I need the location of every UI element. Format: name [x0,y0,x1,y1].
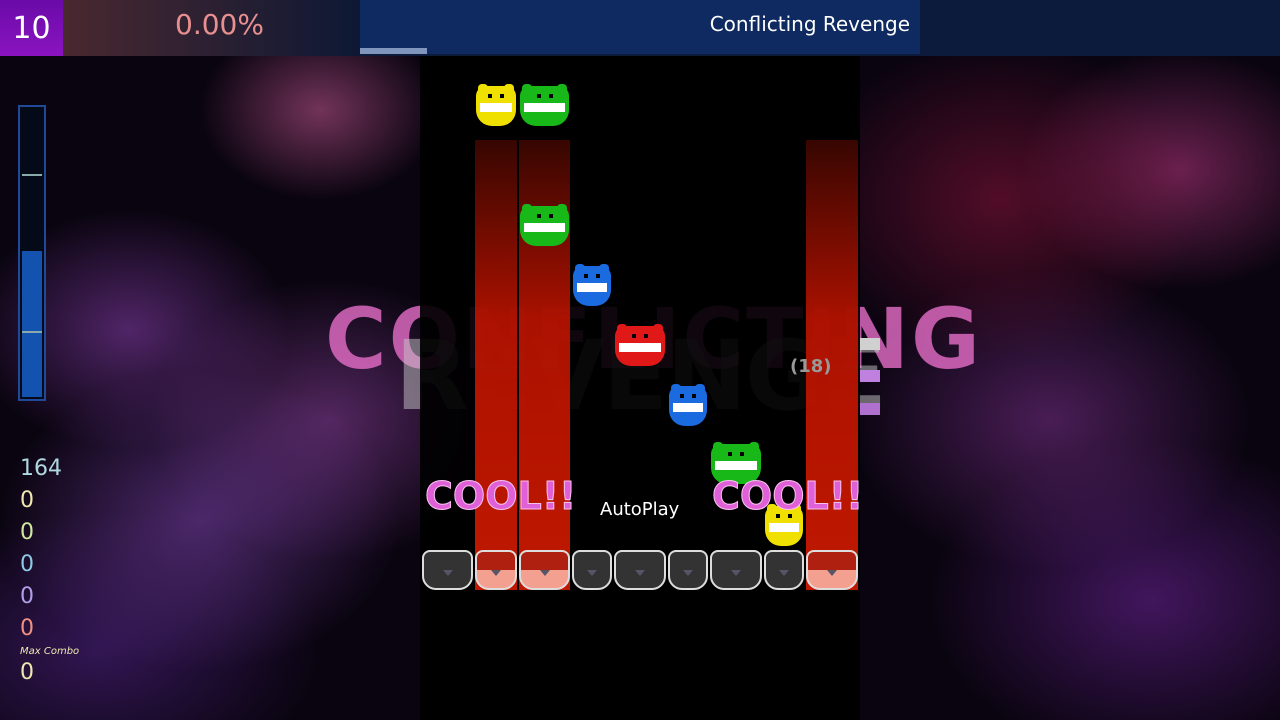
stat-total: 164 [20,456,62,481]
gauge-tick [22,331,42,333]
marker [860,403,880,415]
top-bar: 10 0.00% Conflicting Revenge [0,0,1280,56]
song-title: Conflicting Revenge [709,12,910,36]
song-progress-fill [360,48,428,54]
triangle-icon [539,570,550,581]
stat-good: 0 [20,552,34,577]
note [573,264,611,306]
lane-key-2[interactable] [475,550,517,590]
lane-beam [475,140,517,590]
lane-key-1[interactable] [422,550,473,590]
hp-gauge-fill [22,251,42,397]
title-area: Conflicting Revenge [360,0,920,48]
triangle-icon [442,570,453,581]
note [669,384,707,426]
lane-key-4[interactable] [572,550,612,590]
level-badge: 10 [0,0,63,56]
judgement-stats: 164 0 0 0 0 0 Max Combo 0 [20,456,79,692]
stat-great: 0 [20,520,34,545]
triangle-icon [827,570,837,581]
triangle-icon [683,570,693,581]
note [476,84,516,126]
stat-miss: 0 [20,616,34,641]
lane-key-7[interactable] [710,550,762,590]
triangle-icon [731,570,741,581]
triangle-icon [587,570,597,581]
triangle-icon [779,570,789,581]
judgement-left: COOL!! [424,474,577,519]
autoplay-label: AutoPlay [600,499,680,520]
note [615,324,665,366]
marker [860,370,880,382]
lane-key-9[interactable] [806,550,858,590]
lane-key-8[interactable] [764,550,804,590]
lane-key-3[interactable] [519,550,570,590]
stat-cool: 0 [20,488,34,513]
triangle-icon [635,570,645,581]
stat-bad: 0 [20,584,34,609]
gauge-tick [22,174,42,176]
judgement-right: COOL!! [711,474,864,519]
max-combo-label: Max Combo [20,646,80,657]
lane-key-5[interactable] [614,550,666,590]
combo-count: (18) [790,356,832,377]
score-percent: 0.00% [175,8,264,41]
note [520,204,569,246]
triangle-icon [491,570,501,581]
note [520,84,569,126]
max-combo-value: 0 [20,660,34,685]
hp-gauge [18,105,46,401]
marker [860,338,880,350]
lane-key-6[interactable] [668,550,708,590]
song-progress-bar [360,48,920,54]
